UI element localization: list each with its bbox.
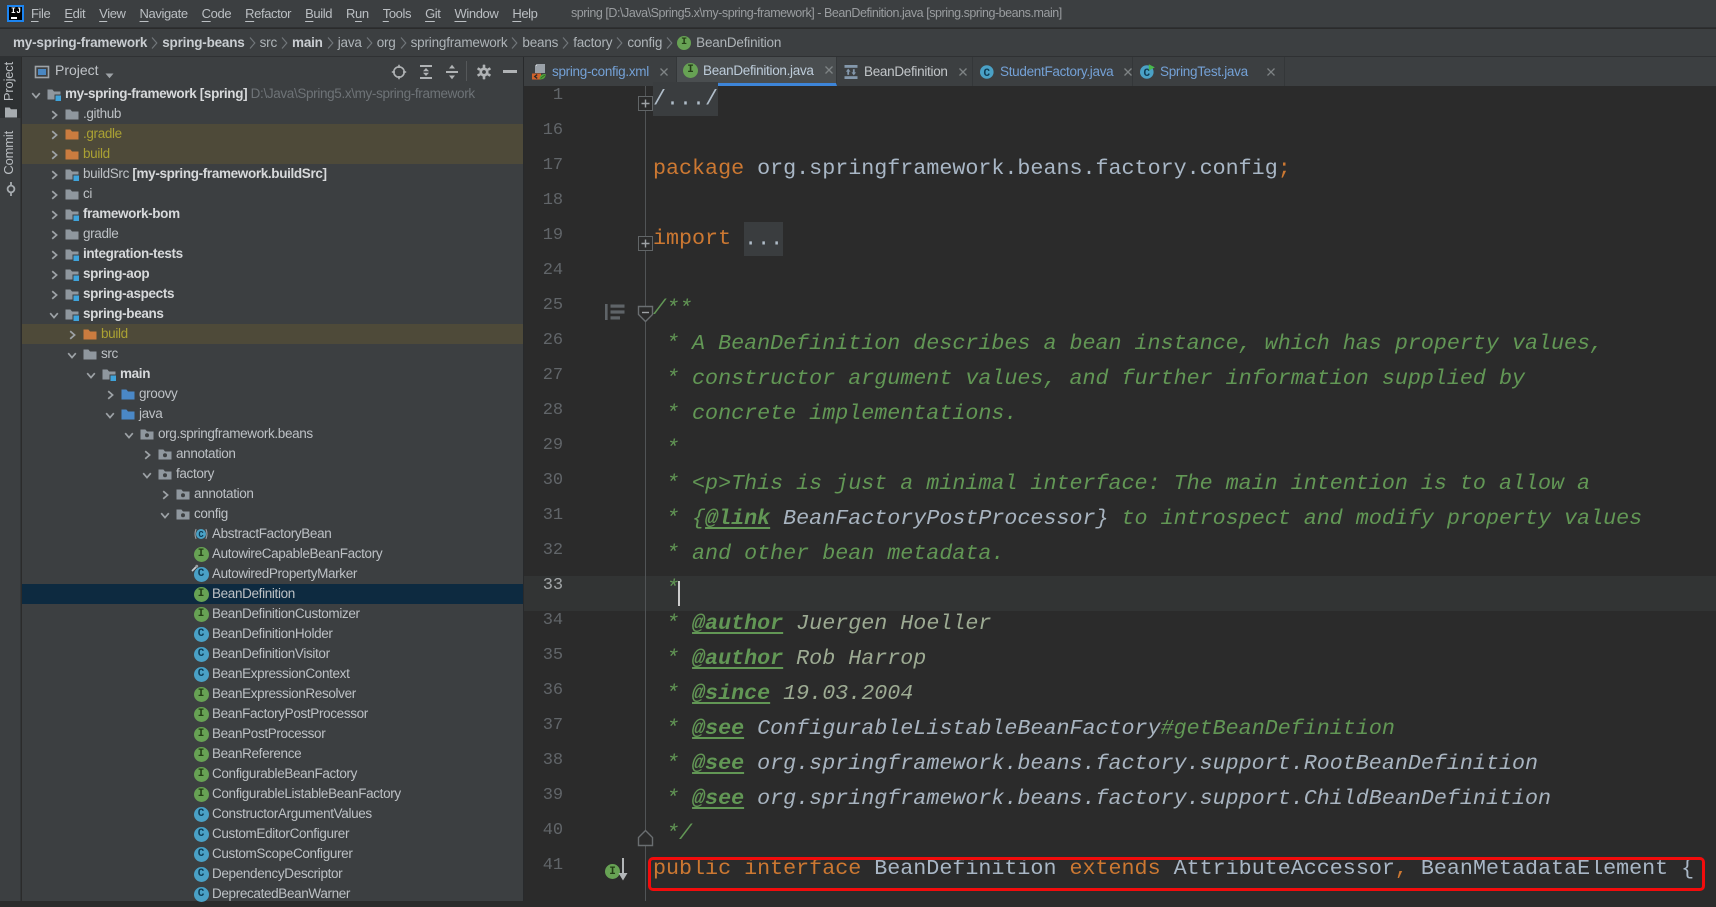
svg-text:C: C: [198, 530, 204, 540]
svg-text:C: C: [983, 68, 990, 80]
